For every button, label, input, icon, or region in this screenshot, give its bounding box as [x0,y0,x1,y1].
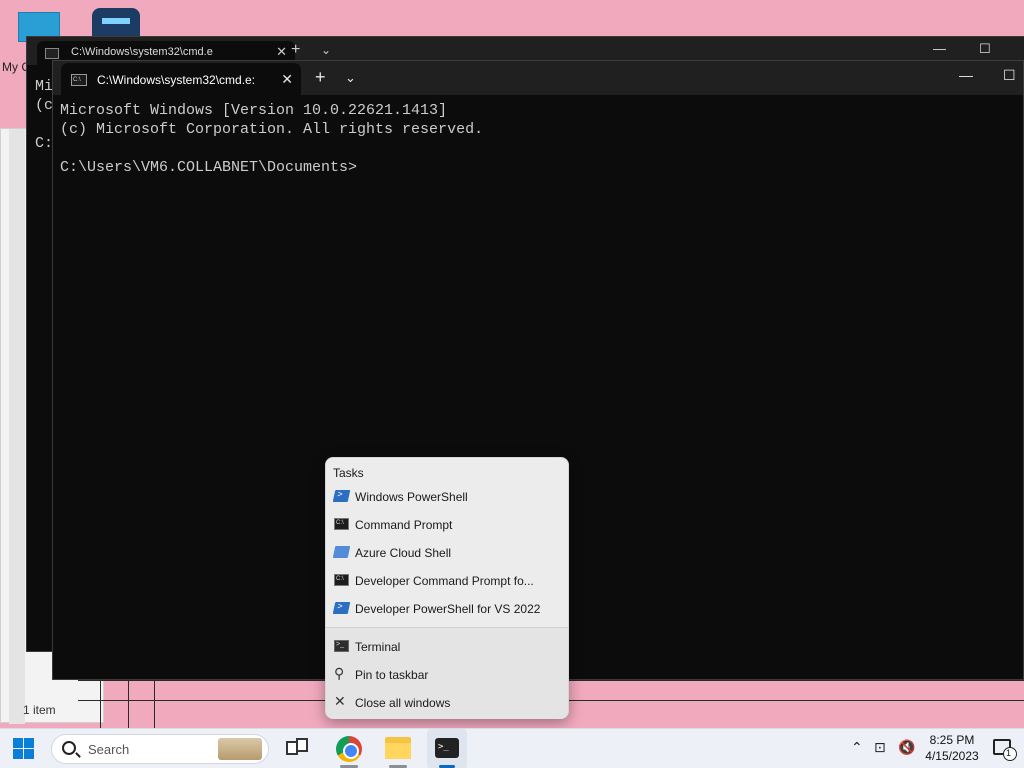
back-console-text: Mi (c C: [35,78,54,152]
clock-time: 8:25 PM [929,733,975,747]
file-explorer-icon[interactable] [385,735,413,763]
cmd-icon [334,574,349,586]
window-edge [100,680,101,728]
desktop-app-icon-2[interactable] [92,8,140,38]
chrome-icon[interactable] [336,736,362,762]
minimize-button[interactable]: — [959,67,973,83]
jumplist-tasks-header: Tasks [333,466,364,480]
pin-icon: ⚲ [334,665,345,681]
jumplist-item-developer-command-prompt[interactable]: Developer Command Prompt fo... [328,567,566,593]
close-icon[interactable]: ✕ [276,44,287,60]
chevron-down-icon[interactable]: ⌄ [345,70,356,86]
maximize-button[interactable]: ☐ [979,41,991,57]
new-tab-button[interactable]: + [315,67,326,88]
task-view-icon[interactable] [284,735,312,763]
volume-muted-icon[interactable]: 🔇 [898,739,915,756]
chevron-down-icon[interactable]: ⌄ [321,43,331,57]
console-line: (c) Microsoft Corporation. All rights re… [60,121,484,138]
powershell-icon [332,602,351,614]
window-edge [128,680,129,728]
chevron-up-icon[interactable]: ⌃ [851,739,863,756]
azure-icon [332,546,351,558]
start-button[interactable] [13,738,35,760]
cmd-icon [45,48,59,59]
search-highlight-image [218,738,262,760]
taskbar: Search >_ ⌃ ⊡ 🔇 8:25 PM 4/15/2023 1 [0,728,1024,768]
terminal-taskbar-button[interactable]: >_ [427,729,467,768]
search-label: Search [88,742,130,757]
close-icon: ✕ [334,693,346,709]
network-icon[interactable]: ⊡ [874,739,886,756]
clock-date: 4/15/2023 [925,749,979,763]
jumplist-item-command-prompt[interactable]: Command Prompt [328,511,566,537]
powershell-icon [332,490,351,502]
explorer-status-text: 1 item [23,703,56,717]
jumplist-item-pin-to-taskbar[interactable]: ⚲ Pin to taskbar [328,661,566,687]
jumplist-item-terminal[interactable]: Terminal [328,633,566,659]
search-icon [62,741,76,755]
terminal-icon: >_ [435,738,459,758]
window-edge [154,680,155,728]
close-icon[interactable]: ✕ [281,71,293,88]
cmd-icon: C:\ [71,74,87,86]
notification-count: 1 [1006,748,1012,758]
minimize-button[interactable]: — [933,41,946,56]
terminal-titlebar[interactable]: C:\ C:\Windows\system32\cmd.e: ✕ + ⌄ — ☐ [53,61,1023,95]
explorer-nav-strip [9,129,25,724]
system-clock[interactable]: 8:25 PM 4/15/2023 [922,732,982,764]
terminal-tab-title: C:\Windows\system32\cmd.e: [97,73,256,87]
maximize-button[interactable]: ☐ [1003,67,1016,84]
new-tab-button[interactable]: + [291,41,300,59]
console-output[interactable]: Microsoft Windows [Version 10.0.22621.14… [60,101,483,177]
terminal-icon [334,640,349,652]
cmd-icon [334,518,349,530]
terminal-tab[interactable]: C:\ C:\Windows\system32\cmd.e: ✕ [61,63,301,95]
console-line: Microsoft Windows [Version 10.0.22621.14… [60,102,448,119]
console-prompt: C:\Users\VM6.COLLABNET\Documents> [60,159,358,176]
jumplist-item-developer-powershell[interactable]: Developer PowerShell for VS 2022 [328,595,566,621]
taskbar-search-box[interactable]: Search [51,734,269,764]
back-tab-title: C:\Windows\system32\cmd.e [71,46,213,58]
jumplist-item-azure-cloud-shell[interactable]: Azure Cloud Shell [328,539,566,565]
taskbar-jump-list: Tasks Windows PowerShell Command Prompt … [325,457,569,719]
jumplist-item-close-all-windows[interactable]: ✕ Close all windows [328,689,566,715]
jumplist-item-windows-powershell[interactable]: Windows PowerShell [328,483,566,509]
